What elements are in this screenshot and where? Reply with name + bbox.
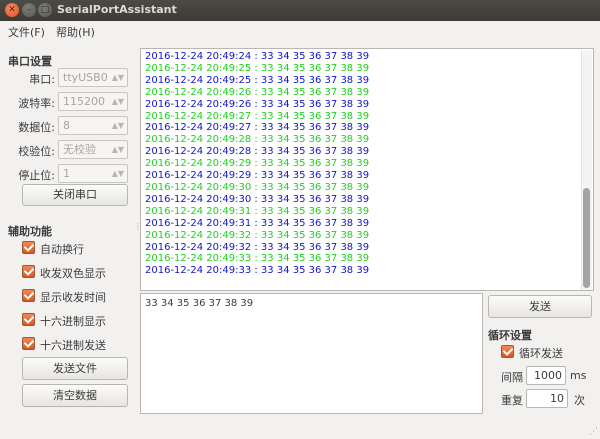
stopbits-select[interactable]: 1 ▲▼: [58, 164, 128, 183]
receive-line: 2016-12-24 20:49:28 : 33 34 35 36 37 38 …: [145, 134, 370, 146]
chevron-down-icon: ▲▼: [111, 73, 124, 82]
serial-settings-title: 串口设置: [8, 55, 52, 68]
title-bar: ✕ – □ SerialPortAssistant: [0, 0, 600, 21]
receive-line: 2016-12-24 20:49:25 : 33 34 35 36 37 38 …: [145, 62, 370, 74]
menu-file[interactable]: 文件(F): [8, 24, 45, 40]
baudrate-select[interactable]: 115200 ▲▼: [58, 92, 128, 111]
maximize-icon: □: [40, 5, 50, 15]
databits-select[interactable]: 8 ▲▼: [58, 116, 128, 135]
minimize-window-button[interactable]: –: [22, 3, 36, 17]
loop-send-label: 循环发送: [519, 347, 563, 360]
minimize-icon: –: [26, 5, 32, 15]
stopbits-label: 停止位:: [18, 169, 55, 182]
receive-line: 2016-12-24 20:49:26 : 33 34 35 36 37 38 …: [145, 98, 370, 110]
clear-data-button[interactable]: 清空数据: [22, 384, 128, 407]
databits-label: 数据位:: [18, 121, 55, 134]
maximize-window-button[interactable]: □: [38, 3, 52, 17]
resize-grip-icon[interactable]: ⋰: [589, 427, 598, 437]
interval-unit: ms: [570, 369, 587, 382]
receive-line: 2016-12-24 20:49:33 : 33 34 35 36 37 38 …: [145, 253, 370, 265]
menu-help[interactable]: 帮助(H): [56, 24, 95, 40]
loop-send-checkbox[interactable]: [501, 345, 514, 358]
receive-line: 2016-12-24 20:49:24 : 33 34 35 36 37 38 …: [145, 51, 370, 62]
receive-line: 2016-12-24 20:49:31 : 33 34 35 36 37 38 …: [145, 205, 370, 217]
baudrate-label: 波特率:: [18, 97, 55, 110]
hex-display-checkbox[interactable]: [22, 313, 35, 326]
receive-line: 2016-12-24 20:49:25 : 33 34 35 36 37 38 …: [145, 74, 370, 86]
loop-settings-title: 循环设置: [488, 329, 532, 342]
show-time-checkbox[interactable]: [22, 289, 35, 302]
stopbits-value: 1: [63, 167, 70, 180]
send-text: 33 34 35 36 37 38 39: [145, 298, 254, 309]
chevron-down-icon: ▲▼: [111, 169, 124, 178]
show-time-label: 显示收发时间: [40, 291, 106, 304]
databits-value: 8: [63, 119, 70, 132]
vertical-scrollbar[interactable]: [581, 50, 592, 290]
parity-label: 校验位:: [18, 145, 55, 158]
receive-line: 2016-12-24 20:49:27 : 33 34 35 36 37 38 …: [145, 110, 370, 122]
receive-line: 2016-12-24 20:49:27 : 33 34 35 36 37 38 …: [145, 122, 370, 134]
hex-display-label: 十六进制显示: [40, 315, 106, 328]
auto-wrap-label: 自动换行: [40, 243, 84, 256]
dual-color-checkbox[interactable]: [22, 265, 35, 278]
interval-label: 间隔: [501, 371, 523, 384]
receive-line: 2016-12-24 20:49:28 : 33 34 35 36 37 38 …: [145, 146, 370, 158]
close-icon: ✕: [8, 5, 16, 15]
auto-wrap-checkbox[interactable]: [22, 241, 35, 254]
receive-line: 2016-12-24 20:49:33 : 33 34 35 36 37 38 …: [145, 265, 370, 277]
receive-line: 2016-12-24 20:49:29 : 33 34 35 36 37 38 …: [145, 170, 370, 182]
repeat-label: 重复: [501, 394, 523, 407]
aux-title: 辅助功能: [8, 225, 52, 238]
port-label: 串口:: [29, 73, 55, 86]
baudrate-value: 115200: [63, 95, 105, 108]
receive-line: 2016-12-24 20:49:32 : 33 34 35 36 37 38 …: [145, 241, 370, 253]
send-button[interactable]: 发送: [488, 295, 592, 318]
parity-select[interactable]: 无校验 ▲▼: [58, 140, 128, 159]
receive-textarea[interactable]: 2016-12-24 20:49:24 : 33 34 35 36 37 38 …: [140, 48, 594, 291]
scrollbar-thumb[interactable]: [583, 188, 590, 288]
receive-line: 2016-12-24 20:49:30 : 33 34 35 36 37 38 …: [145, 181, 370, 193]
chevron-down-icon: ▲▼: [111, 145, 124, 154]
port-select[interactable]: ttyUSB0 ▲▼: [58, 68, 128, 87]
repeat-unit: 次: [574, 394, 585, 407]
receive-lines: 2016-12-24 20:49:24 : 33 34 35 36 37 38 …: [145, 51, 369, 277]
chevron-down-icon: ▲▼: [111, 121, 124, 130]
receive-line: 2016-12-24 20:49:32 : 33 34 35 36 37 38 …: [145, 229, 370, 241]
chevron-down-icon: ▲▼: [111, 97, 124, 106]
receive-line: 2016-12-24 20:49:31 : 33 34 35 36 37 38 …: [145, 217, 370, 229]
port-value: ttyUSB0: [63, 71, 108, 84]
send-textarea[interactable]: 33 34 35 36 37 38 39: [140, 293, 483, 414]
interval-input[interactable]: 1000: [526, 366, 566, 385]
splitter-handle[interactable]: ⋮: [134, 223, 142, 237]
send-file-button[interactable]: 发送文件: [22, 357, 128, 380]
receive-line: 2016-12-24 20:49:26 : 33 34 35 36 37 38 …: [145, 86, 370, 98]
close-window-button[interactable]: ✕: [5, 3, 19, 17]
hex-send-label: 十六进制发送: [40, 339, 106, 352]
close-port-button[interactable]: 关闭串口: [22, 184, 128, 206]
menu-bar: 文件(F) 帮助(H): [0, 21, 600, 42]
hex-send-checkbox[interactable]: [22, 337, 35, 350]
parity-value: 无校验: [63, 143, 96, 156]
window-title: SerialPortAssistant: [57, 3, 177, 16]
repeat-input[interactable]: 10: [526, 389, 568, 408]
receive-line: 2016-12-24 20:49:30 : 33 34 35 36 37 38 …: [145, 193, 370, 205]
dual-color-label: 收发双色显示: [40, 267, 106, 280]
receive-line: 2016-12-24 20:49:29 : 33 34 35 36 37 38 …: [145, 158, 370, 170]
